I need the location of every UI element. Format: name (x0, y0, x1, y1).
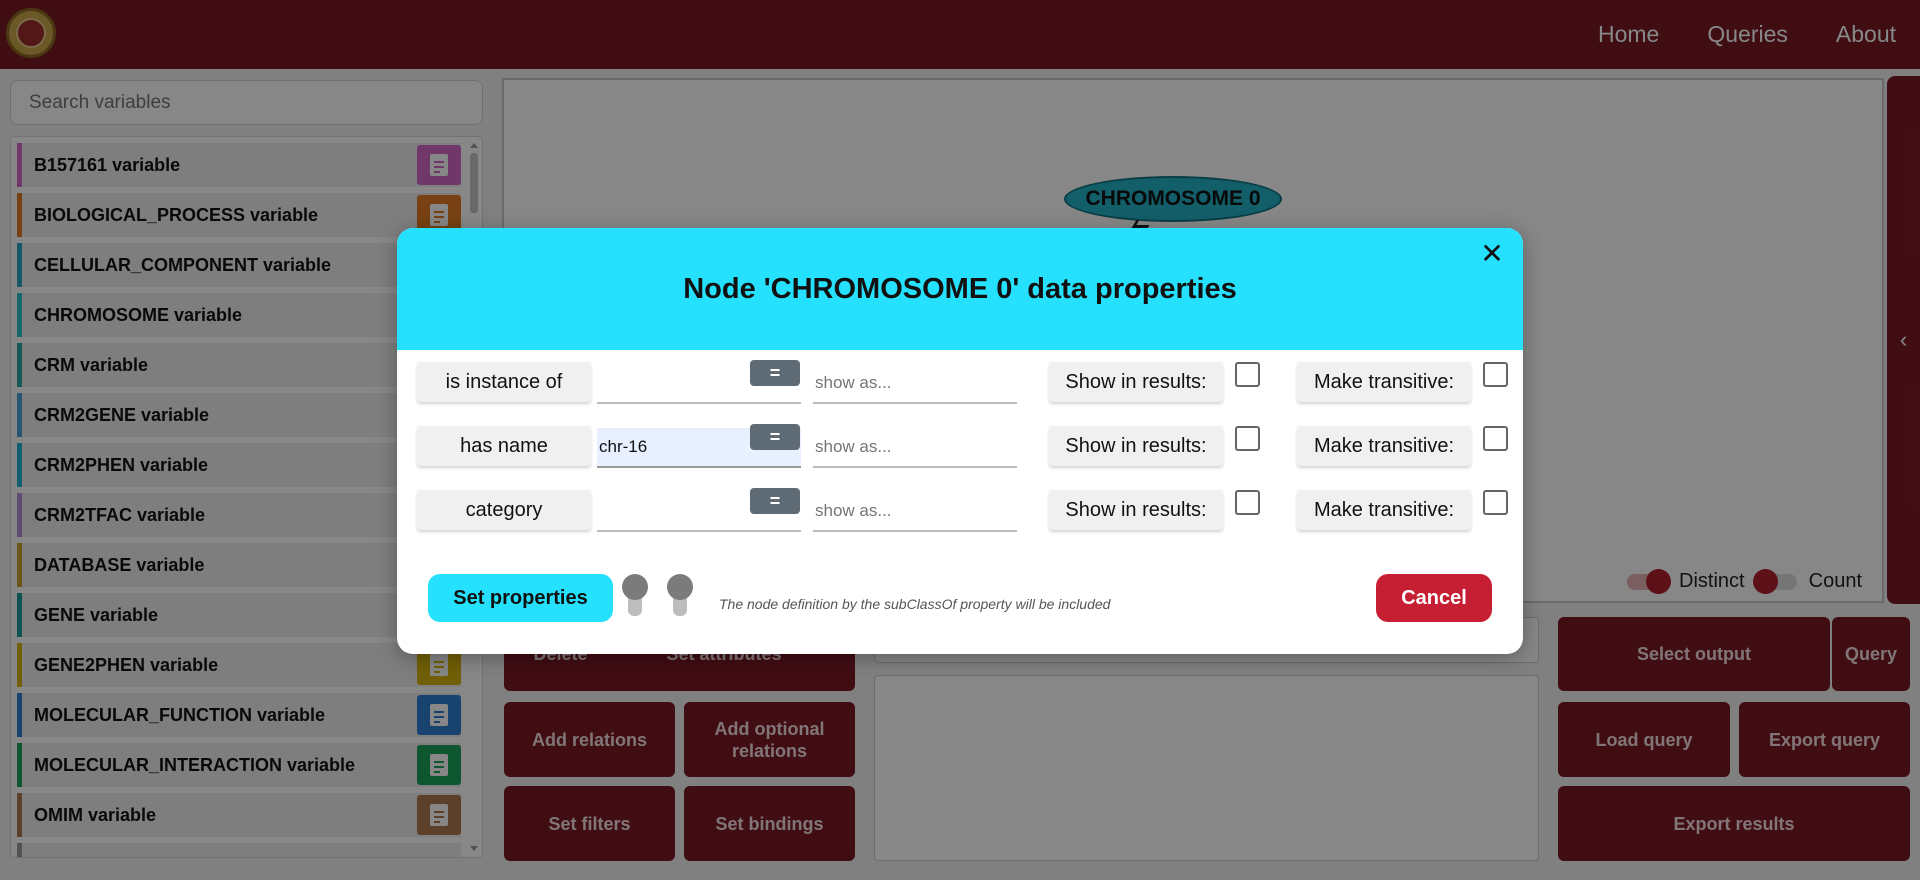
data-properties-modal: Node 'CHROMOSOME 0' data properties ✕ is… (397, 228, 1523, 654)
show-in-results-checkbox[interactable] (1235, 426, 1260, 451)
make-transitive-label: Make transitive: (1297, 426, 1471, 466)
property-row: is instance of = Show in results: Make t… (417, 360, 1508, 406)
make-transitive-checkbox[interactable] (1483, 490, 1508, 515)
show-as-input[interactable] (813, 492, 1017, 532)
make-transitive-label: Make transitive: (1297, 490, 1471, 530)
show-in-results-checkbox[interactable] (1235, 362, 1260, 387)
show-as-input[interactable] (813, 428, 1017, 468)
make-transitive-checkbox[interactable] (1483, 426, 1508, 451)
operator-button[interactable]: = (750, 488, 800, 514)
show-as-input[interactable] (813, 364, 1017, 404)
operator-button[interactable]: = (750, 360, 800, 386)
subclass-note: The node definition by the subClassOf pr… (719, 596, 1111, 612)
show-in-results-checkbox[interactable] (1235, 490, 1260, 515)
property-name: is instance of (417, 362, 591, 402)
make-transitive-checkbox[interactable] (1483, 362, 1508, 387)
cancel-button[interactable]: Cancel (1376, 574, 1492, 622)
set-properties-button[interactable]: Set properties (428, 574, 613, 622)
modal-header: Node 'CHROMOSOME 0' data properties ✕ (397, 228, 1523, 350)
property-name: has name (417, 426, 591, 466)
show-in-results-label: Show in results: (1049, 490, 1223, 530)
make-transitive-label: Make transitive: (1297, 362, 1471, 402)
subclass-toggle-a[interactable] (622, 574, 648, 622)
close-icon[interactable]: ✕ (1475, 236, 1509, 270)
operator-button[interactable]: = (750, 424, 800, 450)
modal-title: Node 'CHROMOSOME 0' data properties (683, 272, 1237, 305)
property-row: category = Show in results: Make transit… (417, 488, 1508, 534)
property-name: category (417, 490, 591, 530)
property-row: has name = Show in results: Make transit… (417, 424, 1508, 470)
show-in-results-label: Show in results: (1049, 426, 1223, 466)
subclass-toggle-b[interactable] (667, 574, 693, 622)
show-in-results-label: Show in results: (1049, 362, 1223, 402)
